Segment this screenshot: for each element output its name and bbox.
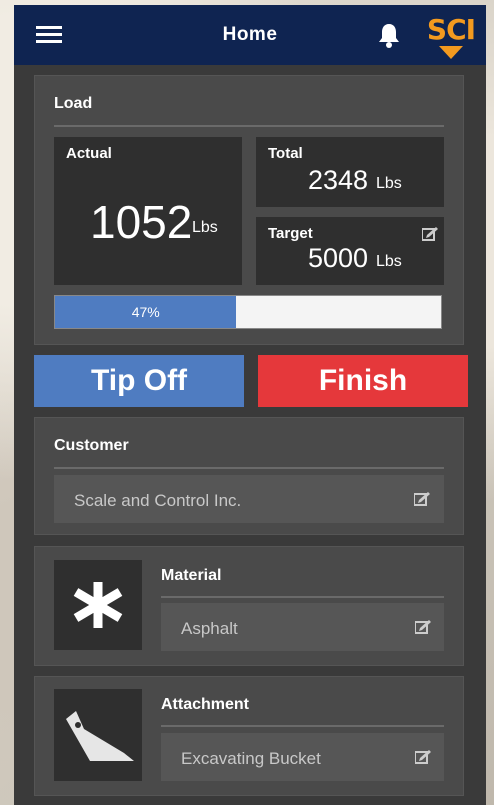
bell-icon[interactable] (377, 22, 401, 48)
attachment-value: Excavating Bucket (181, 749, 321, 768)
asterisk-icon (73, 582, 123, 628)
actual-unit: Lbs (192, 219, 218, 236)
edit-icon[interactable] (414, 492, 430, 506)
target-tile[interactable]: Target 5000 Lbs (256, 217, 444, 285)
actual-label: Actual (66, 145, 112, 162)
customer-label: Customer (54, 437, 129, 454)
actual-value: 1052 (90, 196, 193, 248)
sci-logo: SCI (426, 13, 476, 61)
attachment-icon-box (54, 689, 142, 781)
total-label: Total (268, 145, 303, 162)
attachment-field[interactable]: Excavating Bucket (161, 733, 444, 781)
load-progress-bar: 47% (54, 295, 442, 329)
material-label: Material (161, 567, 222, 584)
progress-label: 47% (131, 304, 160, 320)
finish-button[interactable]: Finish (258, 355, 468, 407)
target-label: Target (268, 225, 313, 242)
actual-tile: Actual 1052 Lbs (54, 137, 242, 285)
total-unit: Lbs (376, 175, 402, 192)
target-unit: Lbs (376, 253, 402, 270)
material-value: Asphalt (181, 619, 238, 638)
top-bar: Home SCI (14, 5, 486, 65)
load-label: Load (54, 95, 93, 112)
target-value: 5000 (308, 243, 369, 273)
bucket-icon (66, 711, 134, 761)
logo-text: SCI (426, 13, 476, 46)
material-field[interactable]: Asphalt (161, 603, 444, 651)
total-tile: Total 2348 Lbs (256, 137, 444, 207)
customer-value: Scale and Control Inc. (74, 491, 242, 510)
page-title: Home (222, 24, 278, 45)
customer-field[interactable]: Scale and Control Inc. (54, 475, 444, 523)
app-screen: Home SCI Load Actual 1052 Lbs Total 2348… (14, 5, 486, 805)
total-value: 2348 (308, 165, 369, 195)
attachment-label: Attachment (161, 696, 250, 713)
logo-arrow-icon (439, 46, 463, 59)
load-divider (54, 125, 444, 127)
tip-off-button[interactable]: Tip Off (34, 355, 244, 407)
material-divider (161, 596, 444, 598)
customer-divider (54, 467, 444, 469)
edit-icon[interactable] (422, 227, 438, 241)
edit-icon[interactable] (415, 620, 431, 634)
edit-icon[interactable] (415, 750, 431, 764)
attachment-divider (161, 725, 444, 727)
material-icon-box (54, 560, 142, 650)
